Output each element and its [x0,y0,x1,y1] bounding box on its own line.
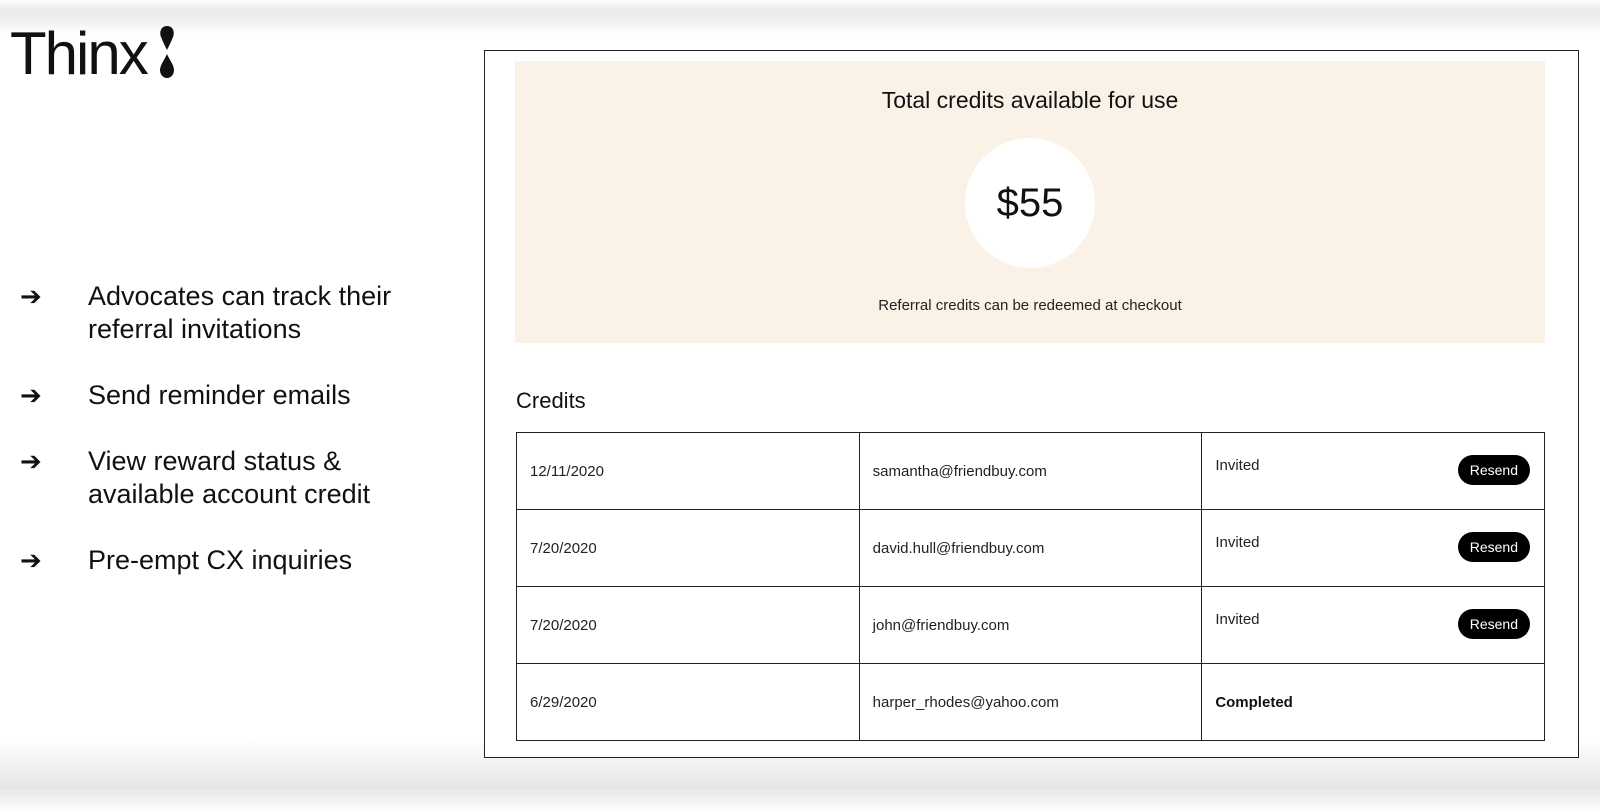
feature-list: ➔ Advocates can track their referral inv… [20,280,440,610]
brand-name: Thinx [10,20,149,87]
feature-item: ➔ View reward status & available account… [20,445,440,511]
email-cell: john@friendbuy.com [858,586,1203,664]
arrow-right-icon: ➔ [20,545,42,575]
status-cell: Invited Resend [1201,586,1545,664]
credits-table: 12/11/2020 samantha@friendbuy.com Invite… [516,432,1545,741]
table-row: 7/20/2020 david.hull@friendbuy.com Invit… [516,509,1545,587]
status-cell: Invited Resend [1201,432,1545,510]
arrow-right-icon: ➔ [20,380,42,410]
credit-amount: $55 [996,180,1064,225]
status-text: Invited [1215,611,1260,628]
referral-dashboard-panel: Total credits available for use $55 Refe… [484,50,1579,758]
date-cell: 6/29/2020 [516,663,860,741]
table-row: 12/11/2020 samantha@friendbuy.com Invite… [516,432,1545,510]
feature-item: ➔ Advocates can track their referral inv… [20,280,440,346]
arrow-right-icon: ➔ [20,281,42,311]
credits-note: Referral credits can be redeemed at chec… [878,297,1182,314]
feature-text: Advocates can track their referral invit… [88,281,392,344]
date-cell: 7/20/2020 [516,509,860,587]
arrow-right-icon: ➔ [20,446,42,476]
credits-title: Total credits available for use [881,87,1179,113]
status-cell: Completed [1201,663,1545,741]
feature-item: ➔ Send reminder emails [20,379,440,412]
resend-button[interactable]: Resend [1457,532,1530,562]
feature-text: Send reminder emails [88,380,351,410]
feature-text: View reward status & available account c… [88,446,371,509]
water-drop-icon [159,26,174,78]
credits-section-title: Credits [516,388,586,413]
date-cell: 12/11/2020 [516,432,860,510]
table-row: 6/29/2020 harper_rhodes@yahoo.com Comple… [516,663,1545,741]
email-cell: samantha@friendbuy.com [858,432,1203,510]
date-cell: 7/20/2020 [516,586,860,664]
thinx-logo: Thinx [10,24,177,84]
top-band [0,0,1600,34]
status-text: Completed [1215,693,1293,711]
credit-amount-circle: $55 [965,138,1095,268]
email-cell: harper_rhodes@yahoo.com [858,663,1203,741]
status-cell: Invited Resend [1201,509,1545,587]
credits-summary-box: Total credits available for use $55 Refe… [515,61,1545,343]
status-text: Invited [1215,457,1260,474]
feature-item: ➔ Pre-empt CX inquiries [20,544,440,577]
resend-button[interactable]: Resend [1457,609,1530,639]
email-cell: david.hull@friendbuy.com [858,509,1203,587]
status-text: Invited [1215,534,1260,551]
table-row: 7/20/2020 john@friendbuy.com Invited Res… [516,586,1545,664]
feature-text: Pre-empt CX inquiries [88,545,353,575]
resend-button[interactable]: Resend [1457,455,1530,485]
